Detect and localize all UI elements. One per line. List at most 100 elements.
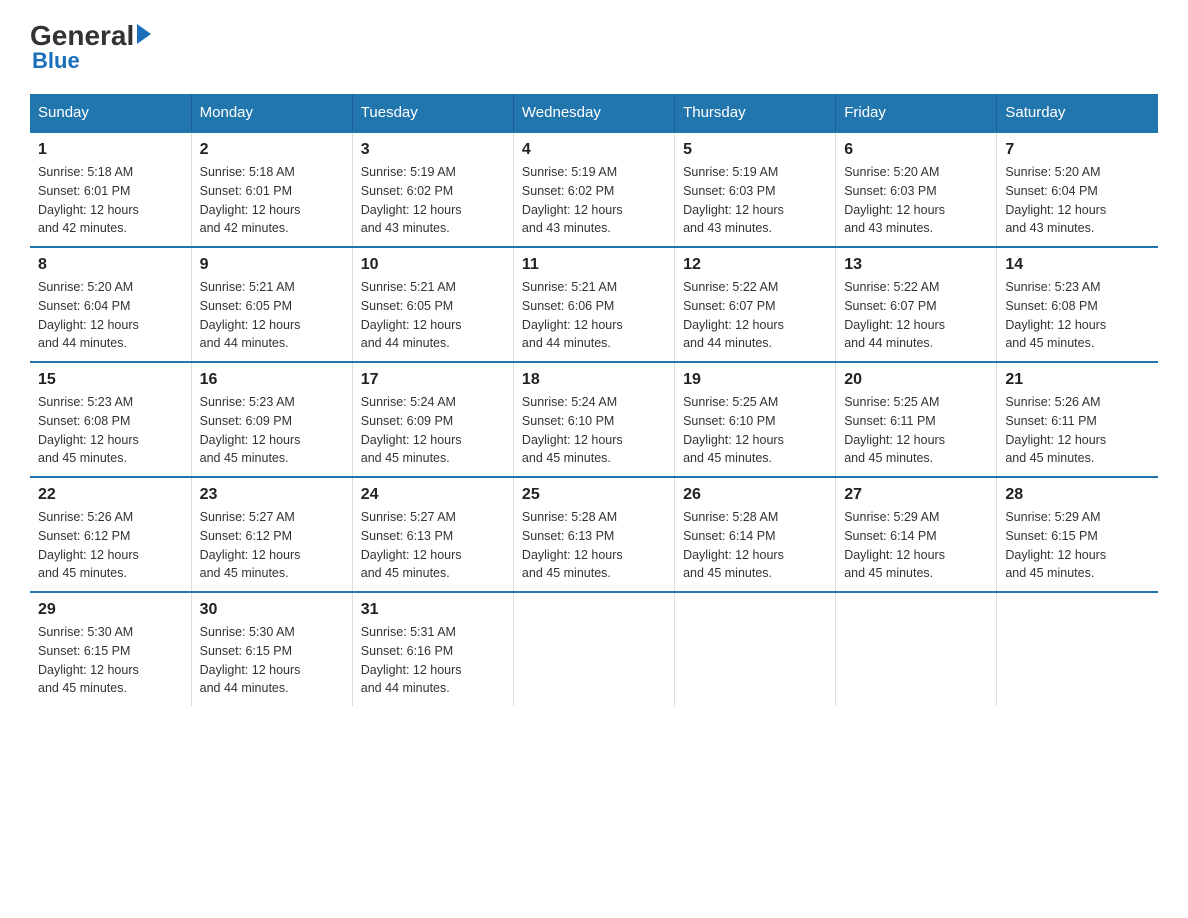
calendar-cell: 21 Sunrise: 5:26 AMSunset: 6:11 PMDayligh… xyxy=(997,362,1158,477)
calendar-cell: 6 Sunrise: 5:20 AMSunset: 6:03 PMDaylight… xyxy=(836,132,997,247)
calendar-cell: 17 Sunrise: 5:24 AMSunset: 6:09 PMDayligh… xyxy=(352,362,513,477)
day-info: Sunrise: 5:28 AMSunset: 6:13 PMDaylight:… xyxy=(522,508,666,583)
day-info: Sunrise: 5:29 AMSunset: 6:14 PMDaylight:… xyxy=(844,508,988,583)
day-info: Sunrise: 5:26 AMSunset: 6:11 PMDaylight:… xyxy=(1005,393,1150,468)
day-info: Sunrise: 5:18 AMSunset: 6:01 PMDaylight:… xyxy=(200,163,344,238)
day-info: Sunrise: 5:24 AMSunset: 6:09 PMDaylight:… xyxy=(361,393,505,468)
calendar-cell: 26Sunrise: 5:28 AMSunset: 6:14 PMDayligh… xyxy=(675,477,836,592)
calendar-cell: 23 Sunrise: 5:27 AMSunset: 6:12 PMDayligh… xyxy=(191,477,352,592)
day-info: Sunrise: 5:23 AMSunset: 6:08 PMDaylight:… xyxy=(1005,278,1150,353)
day-number: 2 xyxy=(200,141,344,159)
day-info: Sunrise: 5:20 AMSunset: 6:03 PMDaylight:… xyxy=(844,163,988,238)
day-info: Sunrise: 5:22 AMSunset: 6:07 PMDaylight:… xyxy=(844,278,988,353)
calendar-cell: 3 Sunrise: 5:19 AMSunset: 6:02 PMDaylight… xyxy=(352,132,513,247)
day-number: 8 xyxy=(38,256,183,274)
page-header: General Blue xyxy=(30,20,1158,74)
calendar-week-row: 22 Sunrise: 5:26 AMSunset: 6:12 PMDayligh… xyxy=(30,477,1158,592)
calendar-cell: 14 Sunrise: 5:23 AMSunset: 6:08 PMDayligh… xyxy=(997,247,1158,362)
day-info: Sunrise: 5:21 AMSunset: 6:06 PMDaylight:… xyxy=(522,278,666,353)
day-info: Sunrise: 5:24 AMSunset: 6:10 PMDaylight:… xyxy=(522,393,666,468)
day-number: 24 xyxy=(361,486,505,504)
header-day-monday: Monday xyxy=(191,94,352,132)
day-number: 18 xyxy=(522,371,666,389)
calendar-cell: 31 Sunrise: 5:31 AMSunset: 6:16 PMDayligh… xyxy=(352,592,513,706)
day-info: Sunrise: 5:29 AMSunset: 6:15 PMDaylight:… xyxy=(1005,508,1150,583)
calendar-week-row: 1 Sunrise: 5:18 AMSunset: 6:01 PMDaylight… xyxy=(30,132,1158,247)
calendar-cell: 27 Sunrise: 5:29 AMSunset: 6:14 PMDayligh… xyxy=(836,477,997,592)
calendar-cell: 19Sunrise: 5:25 AMSunset: 6:10 PMDayligh… xyxy=(675,362,836,477)
day-number: 4 xyxy=(522,141,666,159)
day-info: Sunrise: 5:20 AMSunset: 6:04 PMDaylight:… xyxy=(38,278,183,353)
logo-blue-text: Blue xyxy=(32,48,80,74)
day-number: 25 xyxy=(522,486,666,504)
calendar-cell: 10 Sunrise: 5:21 AMSunset: 6:05 PMDayligh… xyxy=(352,247,513,362)
day-info: Sunrise: 5:19 AMSunset: 6:02 PMDaylight:… xyxy=(361,163,505,238)
day-info: Sunrise: 5:30 AMSunset: 6:15 PMDaylight:… xyxy=(38,623,183,698)
calendar-cell: 13 Sunrise: 5:22 AMSunset: 6:07 PMDayligh… xyxy=(836,247,997,362)
day-number: 12 xyxy=(683,256,827,274)
day-number: 3 xyxy=(361,141,505,159)
calendar-cell: 2 Sunrise: 5:18 AMSunset: 6:01 PMDaylight… xyxy=(191,132,352,247)
day-number: 10 xyxy=(361,256,505,274)
header-day-friday: Friday xyxy=(836,94,997,132)
day-number: 23 xyxy=(200,486,344,504)
calendar-cell: 29 Sunrise: 5:30 AMSunset: 6:15 PMDayligh… xyxy=(30,592,191,706)
calendar-cell: 22 Sunrise: 5:26 AMSunset: 6:12 PMDayligh… xyxy=(30,477,191,592)
day-number: 27 xyxy=(844,486,988,504)
logo: General Blue xyxy=(30,20,151,74)
day-number: 9 xyxy=(200,256,344,274)
day-info: Sunrise: 5:30 AMSunset: 6:15 PMDaylight:… xyxy=(200,623,344,698)
day-number: 21 xyxy=(1005,371,1150,389)
calendar-cell: 4 Sunrise: 5:19 AMSunset: 6:02 PMDaylight… xyxy=(513,132,674,247)
calendar-cell: 5 Sunrise: 5:19 AMSunset: 6:03 PMDaylight… xyxy=(675,132,836,247)
day-number: 31 xyxy=(361,601,505,619)
day-info: Sunrise: 5:26 AMSunset: 6:12 PMDaylight:… xyxy=(38,508,183,583)
day-number: 29 xyxy=(38,601,183,619)
calendar-cell: 16 Sunrise: 5:23 AMSunset: 6:09 PMDayligh… xyxy=(191,362,352,477)
calendar-cell: 24Sunrise: 5:27 AMSunset: 6:13 PMDayligh… xyxy=(352,477,513,592)
header-day-saturday: Saturday xyxy=(997,94,1158,132)
day-info: Sunrise: 5:21 AMSunset: 6:05 PMDaylight:… xyxy=(361,278,505,353)
calendar-cell: 30Sunrise: 5:30 AMSunset: 6:15 PMDayligh… xyxy=(191,592,352,706)
calendar-week-row: 29 Sunrise: 5:30 AMSunset: 6:15 PMDayligh… xyxy=(30,592,1158,706)
day-info: Sunrise: 5:31 AMSunset: 6:16 PMDaylight:… xyxy=(361,623,505,698)
day-info: Sunrise: 5:27 AMSunset: 6:12 PMDaylight:… xyxy=(200,508,344,583)
calendar-week-row: 15Sunrise: 5:23 AMSunset: 6:08 PMDayligh… xyxy=(30,362,1158,477)
calendar-cell: 25 Sunrise: 5:28 AMSunset: 6:13 PMDayligh… xyxy=(513,477,674,592)
day-info: Sunrise: 5:18 AMSunset: 6:01 PMDaylight:… xyxy=(38,163,183,238)
calendar-cell: 9 Sunrise: 5:21 AMSunset: 6:05 PMDaylight… xyxy=(191,247,352,362)
day-number: 22 xyxy=(38,486,183,504)
calendar-cell: 15Sunrise: 5:23 AMSunset: 6:08 PMDayligh… xyxy=(30,362,191,477)
calendar-cell: 20 Sunrise: 5:25 AMSunset: 6:11 PMDayligh… xyxy=(836,362,997,477)
day-info: Sunrise: 5:19 AMSunset: 6:02 PMDaylight:… xyxy=(522,163,666,238)
calendar-cell xyxy=(836,592,997,706)
header-day-tuesday: Tuesday xyxy=(352,94,513,132)
day-number: 6 xyxy=(844,141,988,159)
day-info: Sunrise: 5:22 AMSunset: 6:07 PMDaylight:… xyxy=(683,278,827,353)
calendar-cell: 7Sunrise: 5:20 AMSunset: 6:04 PMDaylight… xyxy=(997,132,1158,247)
calendar-cell xyxy=(997,592,1158,706)
calendar-cell xyxy=(513,592,674,706)
day-info: Sunrise: 5:21 AMSunset: 6:05 PMDaylight:… xyxy=(200,278,344,353)
day-number: 20 xyxy=(844,371,988,389)
day-info: Sunrise: 5:19 AMSunset: 6:03 PMDaylight:… xyxy=(683,163,827,238)
calendar-cell: 18 Sunrise: 5:24 AMSunset: 6:10 PMDayligh… xyxy=(513,362,674,477)
day-info: Sunrise: 5:25 AMSunset: 6:10 PMDaylight:… xyxy=(683,393,827,468)
day-number: 1 xyxy=(38,141,183,159)
day-number: 13 xyxy=(844,256,988,274)
calendar-cell xyxy=(675,592,836,706)
day-number: 5 xyxy=(683,141,827,159)
header-day-wednesday: Wednesday xyxy=(513,94,674,132)
calendar-cell: 11 Sunrise: 5:21 AMSunset: 6:06 PMDayligh… xyxy=(513,247,674,362)
day-info: Sunrise: 5:25 AMSunset: 6:11 PMDaylight:… xyxy=(844,393,988,468)
day-number: 15 xyxy=(38,371,183,389)
header-day-sunday: Sunday xyxy=(30,94,191,132)
day-info: Sunrise: 5:28 AMSunset: 6:14 PMDaylight:… xyxy=(683,508,827,583)
day-number: 16 xyxy=(200,371,344,389)
day-info: Sunrise: 5:23 AMSunset: 6:09 PMDaylight:… xyxy=(200,393,344,468)
day-number: 17 xyxy=(361,371,505,389)
calendar-table: SundayMondayTuesdayWednesdayThursdayFrid… xyxy=(30,94,1158,706)
calendar-cell: 28Sunrise: 5:29 AMSunset: 6:15 PMDayligh… xyxy=(997,477,1158,592)
day-number: 11 xyxy=(522,256,666,274)
day-number: 14 xyxy=(1005,256,1150,274)
